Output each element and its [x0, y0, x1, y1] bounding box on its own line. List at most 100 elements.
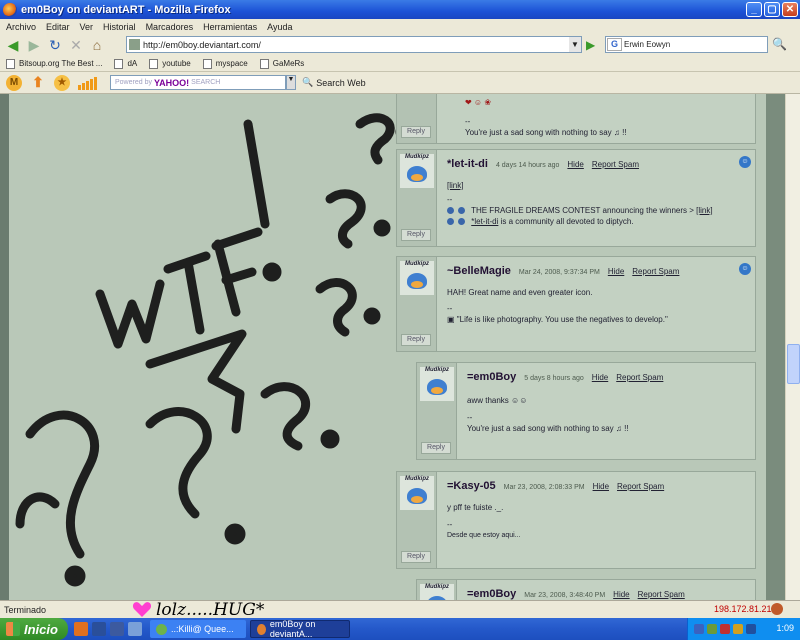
forward-arrow-icon[interactable]: ▶ — [25, 36, 43, 54]
bookmark-da[interactable]: dA — [114, 58, 138, 69]
comment-username[interactable]: *let-it-di — [447, 158, 488, 170]
reload-icon[interactable]: ↻ — [46, 36, 64, 54]
back-arrow-icon[interactable]: ◀ — [4, 36, 22, 54]
addon-bug-icon[interactable] — [771, 603, 783, 615]
avatar[interactable]: Mudkipz — [400, 261, 434, 295]
comment-sidebar: Reply — [397, 94, 437, 143]
comment-username[interactable]: =em0Boy — [467, 588, 516, 600]
maximize-button[interactable]: ▢ — [764, 2, 780, 17]
signal-bars-icon — [78, 76, 98, 90]
search-web-button[interactable]: 🔍 Search Web — [302, 77, 366, 88]
bookmark-youtube[interactable]: youtube — [149, 58, 191, 69]
app-quicklaunch-icon[interactable] — [110, 622, 124, 636]
firefox-quicklaunch-icon[interactable] — [74, 622, 88, 636]
url-dropdown-icon[interactable]: ▼ — [569, 37, 581, 52]
bookmark-bitsoup[interactable]: Bitsoup.org The Best ... — [6, 58, 103, 69]
signature-user-link[interactable]: *let-it-di — [471, 217, 498, 226]
menu-ver[interactable]: Ver — [80, 22, 94, 32]
report-spam-link[interactable]: Report Spam — [632, 267, 679, 276]
clock[interactable]: 1:09 — [776, 623, 794, 633]
photoshop-quicklaunch-icon[interactable] — [92, 622, 106, 636]
volume-icon[interactable] — [746, 624, 756, 634]
yahoo-dropdown-icon[interactable]: ▼ — [286, 75, 296, 90]
hide-link[interactable]: Hide — [567, 160, 583, 169]
avatar[interactable]: Mudkipz — [420, 584, 454, 600]
scribble-question-6 — [25, 410, 100, 559]
scrollbar-thumb[interactable] — [787, 344, 800, 384]
signature-line-2: *let-it-di is a community all devoted to… — [447, 216, 747, 227]
mudkip-icon — [407, 166, 427, 182]
signature-link[interactable]: [link] — [696, 206, 712, 215]
minimize-button[interactable]: _ — [746, 2, 762, 17]
scribble-letter-f — [211, 227, 263, 317]
avatar-label: Mudkipz — [405, 476, 429, 482]
avatar[interactable]: Mudkipz — [400, 154, 434, 188]
bookmark-gamers[interactable]: GaMeRs — [259, 58, 304, 69]
task-label: ..:Killi@ Quee... — [171, 624, 234, 634]
reply-button[interactable]: Reply — [401, 334, 431, 346]
comment-username[interactable]: =em0Boy — [467, 371, 516, 383]
go-arrow-icon[interactable]: ▶ — [586, 38, 595, 52]
scribble-letter-t — [163, 251, 211, 335]
reply-button[interactable]: Reply — [401, 229, 431, 241]
comment-header: =Kasy-05 Mar 23, 2008, 2:08:33 PM Hide R… — [447, 480, 747, 492]
bookmark-label: Bitsoup.org The Best ... — [19, 59, 103, 68]
vertical-scrollbar[interactable] — [785, 94, 800, 600]
comment-username[interactable]: ~BelleMagie — [447, 265, 511, 277]
reply-button[interactable]: Reply — [401, 551, 431, 563]
desktop-quicklaunch-icon[interactable] — [128, 622, 142, 636]
home-icon[interactable]: ⌂ — [88, 36, 106, 54]
group-icon — [447, 207, 454, 215]
report-spam-link[interactable]: Report Spam — [638, 590, 685, 599]
url-bar[interactable]: http://em0boy.deviantart.com/ ▼ — [126, 36, 582, 53]
comment-username[interactable]: =Kasy-05 — [447, 480, 496, 492]
menu-historial[interactable]: Historial — [103, 22, 136, 32]
signature-text: You're just a sad song with nothing to s… — [467, 424, 629, 433]
security-icon[interactable] — [720, 624, 730, 634]
star-icon[interactable]: ★ — [54, 74, 70, 91]
bookmark-label: dA — [127, 59, 138, 68]
hide-link[interactable]: Hide — [608, 267, 624, 276]
menu-editar[interactable]: Editar — [46, 22, 70, 32]
toolbar-menu-icon[interactable]: M — [6, 74, 22, 91]
hide-link[interactable]: Hide — [593, 482, 609, 491]
yahoo-search-input[interactable]: Powered by YAHOO! SEARCH — [110, 75, 286, 90]
upload-arrow-icon[interactable]: ⬆ — [30, 74, 46, 91]
start-button[interactable]: Inicio — [0, 618, 68, 640]
menu-ayuda[interactable]: Ayuda — [267, 22, 292, 32]
taskbar-item-firefox[interactable]: em0Boy on deviantA... — [250, 619, 350, 639]
menu-archivo[interactable]: Archivo — [6, 22, 36, 32]
bookmark-myspace[interactable]: myspace — [202, 58, 248, 69]
network-icon[interactable] — [694, 624, 704, 634]
comment-link[interactable]: [link] — [447, 180, 747, 191]
taskbar-item-messenger[interactable]: ..:Killi@ Quee... — [150, 620, 246, 638]
heart-icon — [132, 602, 152, 617]
stop-icon[interactable]: ✕ — [67, 36, 85, 54]
google-engine-icon[interactable]: G — [607, 38, 622, 51]
hide-link[interactable]: Hide — [613, 590, 629, 599]
signature-text: You're just a sad song with nothing to s… — [465, 128, 627, 137]
site-favicon-icon — [129, 39, 140, 50]
report-spam-link[interactable]: Report Spam — [592, 160, 639, 169]
scribble-question-2 — [325, 189, 366, 249]
message-icon[interactable]: ☺ — [739, 263, 751, 275]
close-button[interactable]: ✕ — [782, 2, 798, 17]
tray-icon[interactable] — [707, 624, 717, 634]
page-icon — [202, 58, 212, 69]
menu-marcadores[interactable]: Marcadores — [146, 22, 194, 32]
message-icon[interactable]: ☺ — [739, 156, 751, 168]
search-icon[interactable]: 🔍 — [772, 37, 787, 51]
report-spam-link[interactable]: Report Spam — [616, 373, 663, 382]
hide-link[interactable]: Hide — [592, 373, 608, 382]
menu-herramientas[interactable]: Herramientas — [203, 22, 257, 32]
search-input[interactable]: G Erwin Eowyn — [605, 36, 768, 53]
task-label: em0Boy on deviantA... — [269, 619, 316, 639]
reply-button[interactable]: Reply — [401, 126, 431, 138]
comment-text: HAH! Great name and even greater icon. — [447, 288, 593, 297]
report-spam-link[interactable]: Report Spam — [617, 482, 664, 491]
tray-icon[interactable] — [733, 624, 743, 634]
comment-body: =em0Boy Mar 23, 2008, 3:48:40 PM Hide Re… — [467, 580, 747, 600]
reply-button[interactable]: Reply — [421, 442, 451, 454]
avatar[interactable]: Mudkipz — [420, 367, 454, 401]
avatar[interactable]: Mudkipz — [400, 476, 434, 510]
